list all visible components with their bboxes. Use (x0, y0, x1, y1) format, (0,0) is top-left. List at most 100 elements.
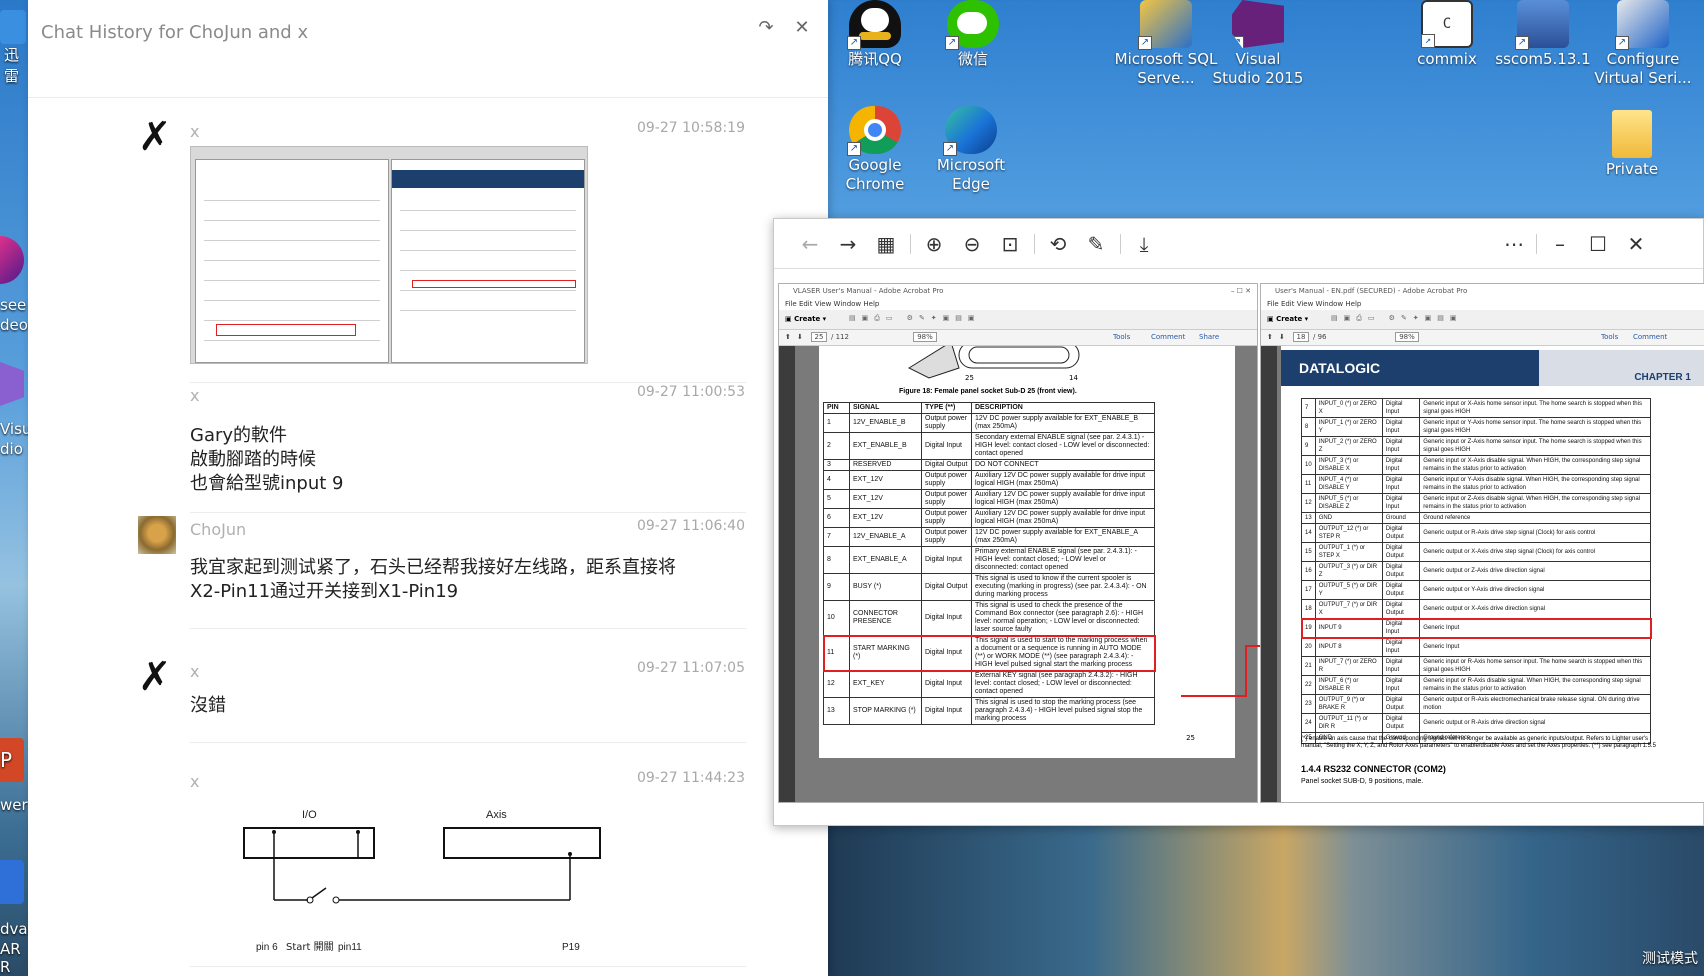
desktop-icon-sscom[interactable]: ↗ sscom5.13.1 (1495, 0, 1591, 69)
edit-icon[interactable]: ✎ (1082, 232, 1110, 256)
grid-view-icon[interactable]: ▦ (872, 232, 900, 256)
message-time: 09-27 11:06:40 (636, 518, 745, 534)
share-icon[interactable]: ↷ (754, 16, 778, 40)
table-cell: STOP MARKING (*) (849, 697, 922, 725)
thumbnail-pane-left (195, 159, 389, 363)
fragment-icon-xunlei[interactable] (0, 10, 26, 44)
page-up-icon[interactable]: ⬆ (1267, 333, 1273, 341)
shortcut-arrow-icon: ↗ (1515, 36, 1529, 50)
desktop-icon-visual-studio[interactable]: ↗ Visual Studio 2015 (1210, 0, 1306, 88)
table-cell: 11 (1301, 474, 1316, 494)
acrobat-menu[interactable]: File Edit View Window Help (1261, 298, 1704, 310)
desktop-icon-configure[interactable]: ↗ Configure Virtual Seri... (1588, 0, 1698, 88)
acrobat-title: User's Manual - EN.pdf (SECURED) - Adobe… (1261, 284, 1704, 298)
zoom-input[interactable]: 98% (913, 332, 937, 342)
avatar[interactable]: ✗ (138, 657, 176, 697)
commix-icon: C ↗ (1421, 0, 1473, 48)
page-count: / 96 (1313, 333, 1327, 341)
create-button[interactable]: ▣ Create ▾ (1267, 315, 1308, 323)
connector-pin-label: 14 (1069, 374, 1078, 382)
download-icon[interactable]: ⤓ (1130, 232, 1158, 256)
table-row: 1 12V_ENABLE_B Output power supply 12V DC p… (823, 413, 1155, 433)
message-text: 我宜家起到测试紧了，石头已经帮我接好左线路，距系直接将 X2-Pin11通过开关… (190, 557, 676, 602)
comment-tab[interactable]: Comment (1151, 333, 1185, 341)
table-row: 11 START MARKING (*) Digital Input This sig… (822, 634, 1156, 672)
avatar[interactable]: ✗ (138, 117, 176, 157)
page-down-icon[interactable]: ⬇ (1279, 333, 1285, 341)
message-separator (190, 628, 746, 629)
table-row: 7 12V_ENABLE_A Output power supply 12V DC p… (823, 527, 1155, 547)
acrobat-nav: ⬆ ⬇ 25 / 112 98% Tools Comment Share (779, 330, 1257, 346)
desktop-icon-wechat[interactable]: ↗ 微信 (925, 0, 1021, 69)
column-header: DESCRIPTION (971, 402, 1155, 414)
table-cell: This signal is used to stop the marking … (971, 697, 1155, 725)
share-tab[interactable]: Share (1199, 333, 1219, 341)
table-cell: 9 (1301, 436, 1316, 456)
table-cell: 9 (823, 573, 850, 601)
table-cell: Digital Input (1381, 656, 1421, 676)
tools-tab[interactable]: Tools (1601, 333, 1618, 341)
page-up-icon[interactable]: ⬆ (785, 333, 791, 341)
table-cell: OUTPUT_5 (*) or DIR Y (1314, 580, 1383, 600)
table-cell: 2 (823, 432, 850, 460)
toolbar-icons[interactable]: ▤▣⎙▭ ⚙✎✦▣▤▣ (849, 314, 981, 323)
table-cell: BUSY (*) (849, 573, 922, 601)
acrobat-menu[interactable]: File Edit View Window Help (779, 298, 1257, 310)
rotate-icon[interactable]: ⟲ (1044, 232, 1072, 256)
minimize-icon[interactable]: – (1546, 232, 1574, 256)
back-arrow-icon[interactable]: ← (796, 232, 824, 256)
acrobat-toolbar: ▣ Create ▾ ▤▣⎙▭ ⚙✎✦▣▤▣ (779, 310, 1257, 330)
table-row: 4 EXT_12V Output power supply Auxiliary 12V… (823, 470, 1155, 490)
desktop-icon-edge[interactable]: ↗ Microsoft Edge (923, 106, 1019, 194)
window-controls[interactable]: – ☐ ✕ (1231, 284, 1251, 298)
table-cell: 21 (1301, 656, 1316, 676)
table-cell: EXT_ENABLE_A (849, 546, 922, 574)
table-cell: OUTPUT_11 (*) or DIR R (1314, 713, 1383, 733)
acrobat-window-left: VLASER User's Manual - Adobe Acrobat Pro… (778, 283, 1258, 803)
zoom-input[interactable]: 98% (1395, 332, 1419, 342)
desktop-icon-commix[interactable]: C ↗ commix (1399, 0, 1495, 69)
avatar[interactable] (138, 516, 176, 554)
acrobat-sidebar[interactable] (779, 346, 795, 802)
table-cell: INPUT_0 (*) or ZERO X (1314, 398, 1383, 418)
desktop-icon-private[interactable]: Private (1584, 110, 1680, 179)
table-cell: Generic input or R-Axis disable signal. … (1419, 675, 1651, 695)
close-icon[interactable]: ✕ (790, 16, 814, 40)
fragment-icon-powerpoint[interactable]: P (0, 738, 24, 782)
create-button[interactable]: ▣ Create ▾ (785, 315, 826, 323)
wiring-diagram-image[interactable]: I/O Axis pin 6 Start 開關 pin11 P19 (190, 800, 610, 970)
table-cell: Generic input or R-Axis home sensor inpu… (1419, 656, 1651, 676)
fragment-icon-vs[interactable] (0, 362, 24, 406)
table-cell: Digital Input (1381, 637, 1421, 657)
table-cell: Generic input or Z-Axis home sensor inpu… (1419, 436, 1651, 456)
maximize-icon[interactable]: ☐ (1584, 232, 1612, 256)
table-cell: EXT_KEY (849, 670, 922, 698)
desktop-icon-sql-server[interactable]: ↗ Microsoft SQL Serve... (1114, 0, 1218, 88)
more-icon[interactable]: ⋯ (1500, 232, 1528, 256)
table-cell: Digital Input (1381, 436, 1421, 456)
desktop-icon-label: commix (1417, 50, 1477, 68)
page-input[interactable]: 25 (811, 332, 827, 342)
table-row: 21 INPUT_7 (*) or ZERO R Digital Input Gene… (1301, 656, 1651, 676)
message-separator (190, 742, 746, 743)
message-image-thumbnail[interactable] (190, 146, 588, 364)
desktop-icon-qq[interactable]: ↗ 腾讯QQ (827, 0, 923, 69)
desktop-icon-chrome[interactable]: ↗ Google Chrome (827, 106, 923, 194)
column-header: PIN (823, 402, 850, 414)
close-icon[interactable]: ✕ (1622, 232, 1650, 256)
fragment-icon-video[interactable] (0, 236, 24, 284)
actual-size-icon[interactable]: ⊡ (996, 232, 1024, 256)
fragment-icon-tool[interactable] (0, 860, 24, 904)
toolbar-icons[interactable]: ▤▣⎙▭ ⚙✎✦▣▤▣ (1331, 314, 1463, 323)
table-cell: OUTPUT_12 (*) or STEP R (1314, 523, 1383, 543)
acrobat-sidebar[interactable] (1261, 346, 1277, 802)
page-down-icon[interactable]: ⬇ (797, 333, 803, 341)
page-input[interactable]: 18 (1293, 332, 1309, 342)
forward-arrow-icon[interactable]: → (834, 232, 862, 256)
tools-tab[interactable]: Tools (1113, 333, 1130, 341)
zoom-out-icon[interactable]: ⊖ (958, 232, 986, 256)
comment-tab[interactable]: Comment (1633, 333, 1667, 341)
message-sender: x (190, 386, 200, 405)
thumbnail-highlight (412, 280, 576, 288)
zoom-in-icon[interactable]: ⊕ (920, 232, 948, 256)
